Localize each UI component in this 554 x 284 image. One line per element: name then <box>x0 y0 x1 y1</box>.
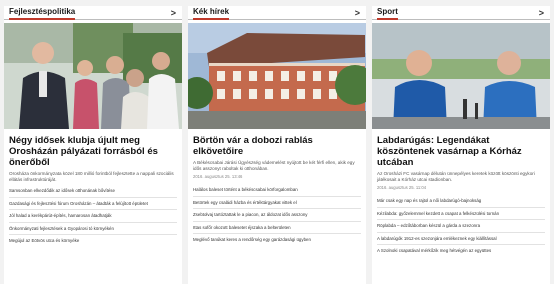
list-item[interactable]: A labdarúgók 1912-es szezonjára emlékezn… <box>377 231 545 245</box>
article-photo[interactable] <box>188 23 366 129</box>
list-item[interactable]: Önkormányzati fejlesztések a Gyopárosi t… <box>9 221 177 235</box>
chevron-right-icon[interactable]: > <box>171 7 176 19</box>
list-item[interactable]: Ittas sofőr okozott balesetet éjszaka a … <box>193 220 361 234</box>
list-item[interactable]: Röplabda – edzőtáborban készül a gárda a… <box>377 219 545 232</box>
news-column-sport: Sport > Labdarúgás: Legendákat köszönten… <box>372 6 550 284</box>
news-columns: Fejlesztéspolitika > Négy idősek klubja … <box>0 0 554 284</box>
seniors-photo <box>4 23 182 129</box>
column-title[interactable]: Kék hírek <box>193 6 230 20</box>
article-headline[interactable]: Négy idősek klubja újult meg Orosházán p… <box>9 135 177 168</box>
building-photo <box>188 23 366 129</box>
chevron-right-icon[interactable]: > <box>355 7 360 19</box>
list-item[interactable]: Már csak egy nap és rajtol a női labdarú… <box>377 195 545 207</box>
list-item[interactable]: A Szolnoki csapatával mérkőzik meg hétvé… <box>377 244 545 257</box>
list-item[interactable]: Zsebtolvaj tartóztattak le a piacon, az … <box>193 208 361 221</box>
list-item[interactable]: Halálos baleset történt a békéscsabai kö… <box>193 184 361 196</box>
article-lead: Az Orosházi FC vasárnap délután ünnepély… <box>377 171 535 182</box>
article-list: Halálos baleset történt a békéscsabai kö… <box>193 184 361 246</box>
article-headline[interactable]: Börtön vár a dobozi rablás elkövetőire <box>193 135 361 157</box>
column-title[interactable]: Fejlesztéspolitika <box>9 6 76 20</box>
column-header[interactable]: Kék hírek > <box>188 6 366 20</box>
column-title[interactable]: Sport <box>377 6 398 20</box>
article-date: 2016. augusztus 25. 11:04 <box>377 185 427 190</box>
article-photo[interactable] <box>4 23 182 129</box>
article-lead: A Békéscsabai Járási Ügyészség vádemelés… <box>193 160 355 171</box>
list-item[interactable]: Samsonban elkezdődik az idősek otthonána… <box>9 185 177 197</box>
list-item[interactable]: Megújul az Eötvös utca és környéke <box>9 234 177 247</box>
news-column-fejlesztespolitika: Fejlesztéspolitika > Négy idősek klubja … <box>4 6 182 284</box>
list-item[interactable]: Jól halad a kerékpárút-építés, hamarosan… <box>9 209 177 222</box>
sport-photo <box>372 23 550 129</box>
article-lead: Orosháza önkormányzata közel 180 millió … <box>9 171 174 182</box>
chevron-right-icon[interactable]: > <box>539 7 544 19</box>
list-item[interactable]: Meglévő tanúkat keres a rendőrség egy ga… <box>193 233 361 246</box>
article-list: Samsonban elkezdődik az idősek otthonána… <box>9 185 177 247</box>
column-header[interactable]: Sport > <box>372 6 550 20</box>
list-item[interactable]: Kézilabda: győzelemmel kezdett a csapat … <box>377 206 545 220</box>
news-column-kek-hirek: Kék hírek > Börtön vár a dobozi rablás e… <box>188 6 366 284</box>
column-header[interactable]: Fejlesztéspolitika > <box>4 6 182 20</box>
article-photo[interactable] <box>372 23 550 129</box>
article-headline[interactable]: Labdarúgás: Legendákat köszöntenek vasár… <box>377 135 545 168</box>
list-item[interactable]: Gazdasági és fejlesztési fórum Orosházán… <box>9 196 177 210</box>
list-item[interactable]: Betörtek egy családi házba és értéktárgy… <box>193 195 361 209</box>
article-list: Már csak egy nap és rajtol a női labdarú… <box>377 195 545 257</box>
article-date: 2016. augusztus 25. 13:46 <box>193 174 243 179</box>
